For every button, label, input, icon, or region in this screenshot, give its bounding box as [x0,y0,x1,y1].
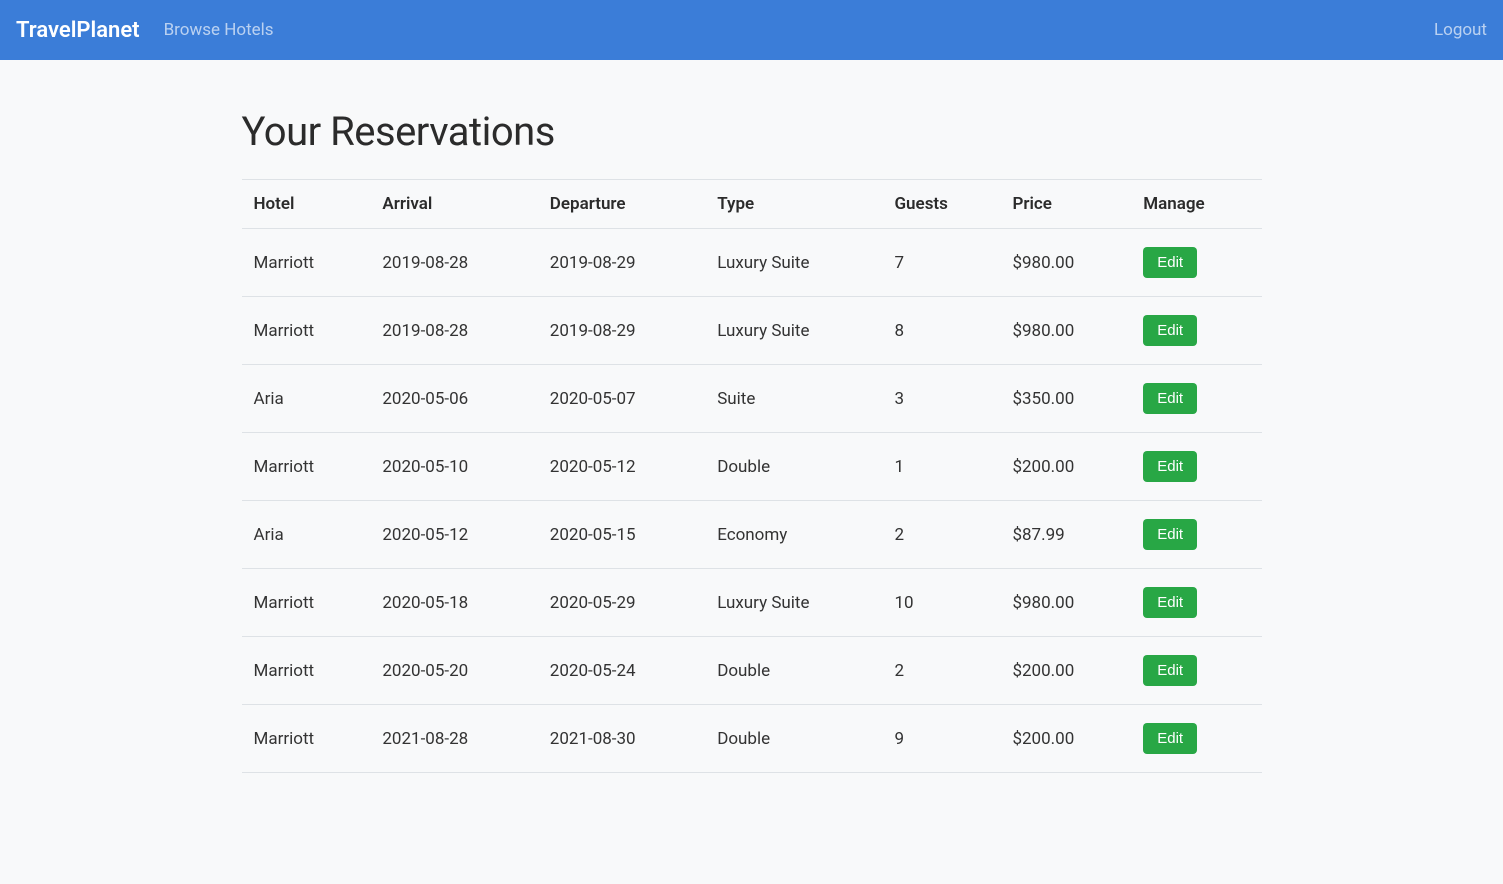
cell-guests: 7 [882,229,1000,297]
reservations-table: Hotel Arrival Departure Type Guests Pric… [242,179,1262,773]
cell-manage: Edit [1131,365,1261,433]
table-row: Marriott2019-08-282019-08-29Luxury Suite… [242,297,1262,365]
logout-link[interactable]: Logout [1434,20,1487,40]
cell-type: Double [705,433,882,501]
cell-guests: 8 [882,297,1000,365]
cell-type: Luxury Suite [705,297,882,365]
cell-guests: 2 [882,637,1000,705]
brand-link[interactable]: TravelPlanet [16,18,140,43]
cell-type: Double [705,705,882,773]
cell-price: $980.00 [1000,297,1131,365]
cell-guests: 3 [882,365,1000,433]
cell-guests: 2 [882,501,1000,569]
cell-hotel: Aria [242,501,371,569]
cell-arrival: 2020-05-20 [370,637,537,705]
cell-guests: 10 [882,569,1000,637]
cell-price: $980.00 [1000,569,1131,637]
navbar-right: Logout [1434,20,1487,40]
cell-hotel: Marriott [242,569,371,637]
cell-type: Luxury Suite [705,569,882,637]
col-manage: Manage [1131,180,1261,229]
cell-departure: 2020-05-29 [538,569,705,637]
cell-manage: Edit [1131,229,1261,297]
cell-price: $87.99 [1000,501,1131,569]
cell-departure: 2020-05-24 [538,637,705,705]
cell-guests: 9 [882,705,1000,773]
cell-arrival: 2020-05-06 [370,365,537,433]
cell-hotel: Marriott [242,433,371,501]
edit-button[interactable]: Edit [1143,383,1197,414]
edit-button[interactable]: Edit [1143,587,1197,618]
cell-departure: 2021-08-30 [538,705,705,773]
cell-hotel: Marriott [242,229,371,297]
cell-hotel: Marriott [242,705,371,773]
cell-hotel: Marriott [242,637,371,705]
cell-arrival: 2019-08-28 [370,229,537,297]
edit-button[interactable]: Edit [1143,519,1197,550]
edit-button[interactable]: Edit [1143,655,1197,686]
cell-guests: 1 [882,433,1000,501]
table-row: Marriott2020-05-182020-05-29Luxury Suite… [242,569,1262,637]
table-row: Marriott2020-05-202020-05-24Double2$200.… [242,637,1262,705]
cell-departure: 2019-08-29 [538,297,705,365]
cell-arrival: 2020-05-10 [370,433,537,501]
cell-manage: Edit [1131,637,1261,705]
cell-arrival: 2019-08-28 [370,297,537,365]
browse-hotels-link[interactable]: Browse Hotels [164,20,274,40]
cell-hotel: Marriott [242,297,371,365]
col-type: Type [705,180,882,229]
cell-price: $200.00 [1000,705,1131,773]
navbar: TravelPlanet Browse Hotels Logout [0,0,1503,60]
main-container: Your Reservations Hotel Arrival Departur… [222,60,1282,813]
cell-arrival: 2020-05-18 [370,569,537,637]
cell-type: Double [705,637,882,705]
cell-arrival: 2020-05-12 [370,501,537,569]
cell-manage: Edit [1131,569,1261,637]
cell-manage: Edit [1131,705,1261,773]
cell-type: Suite [705,365,882,433]
col-hotel: Hotel [242,180,371,229]
cell-departure: 2020-05-15 [538,501,705,569]
table-row: Marriott2020-05-102020-05-12Double1$200.… [242,433,1262,501]
table-row: Marriott2019-08-282019-08-29Luxury Suite… [242,229,1262,297]
cell-price: $200.00 [1000,433,1131,501]
cell-type: Economy [705,501,882,569]
edit-button[interactable]: Edit [1143,247,1197,278]
table-body: Marriott2019-08-282019-08-29Luxury Suite… [242,229,1262,773]
col-price: Price [1000,180,1131,229]
cell-departure: 2019-08-29 [538,229,705,297]
cell-type: Luxury Suite [705,229,882,297]
cell-manage: Edit [1131,297,1261,365]
col-departure: Departure [538,180,705,229]
edit-button[interactable]: Edit [1143,451,1197,482]
col-guests: Guests [882,180,1000,229]
cell-price: $350.00 [1000,365,1131,433]
table-row: Aria2020-05-122020-05-15Economy2$87.99 Ed… [242,501,1262,569]
col-arrival: Arrival [370,180,537,229]
cell-manage: Edit [1131,501,1261,569]
table-row: Marriott2021-08-282021-08-30Double9$200.… [242,705,1262,773]
table-row: Aria2020-05-062020-05-07Suite3$350.00 Edi… [242,365,1262,433]
cell-departure: 2020-05-12 [538,433,705,501]
cell-hotel: Aria [242,365,371,433]
table-header: Hotel Arrival Departure Type Guests Pric… [242,180,1262,229]
cell-departure: 2020-05-07 [538,365,705,433]
edit-button[interactable]: Edit [1143,723,1197,754]
page-title: Your Reservations [242,108,1262,155]
cell-arrival: 2021-08-28 [370,705,537,773]
edit-button[interactable]: Edit [1143,315,1197,346]
cell-manage: Edit [1131,433,1261,501]
cell-price: $980.00 [1000,229,1131,297]
cell-price: $200.00 [1000,637,1131,705]
